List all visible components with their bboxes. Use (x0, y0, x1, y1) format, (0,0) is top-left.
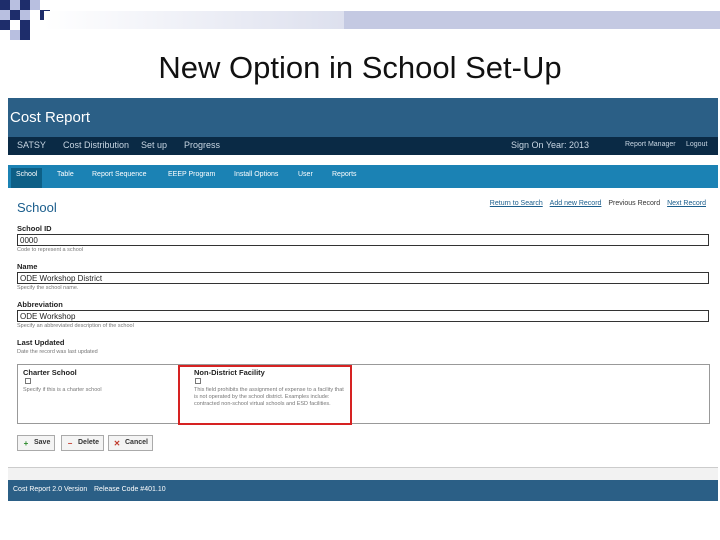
return-to-search-link[interactable]: Return to Search (490, 200, 543, 207)
tab-report-sequence[interactable]: Report Sequence (92, 171, 146, 178)
cancel-button[interactable]: ✕ Cancel (108, 435, 153, 451)
deco-square (30, 0, 40, 10)
highlight-box: Non-District Facility This field prohibi… (178, 365, 352, 425)
tab-school[interactable]: School (11, 168, 43, 188)
deco-square (20, 30, 30, 40)
abbreviation-label: Abbreviation (17, 300, 63, 309)
deco-square (0, 20, 10, 30)
deco-band (344, 11, 720, 29)
sign-on-year: Sign On Year: 2013 (511, 140, 590, 150)
cost-report-app: Cost Report SATSY Cost Distribution Set … (8, 98, 718, 501)
deco-square (10, 0, 20, 10)
record-links: Return to Search Add new Record Previous… (485, 200, 706, 207)
last-updated-label: Last Updated (17, 338, 65, 347)
add-new-record-link[interactable]: Add new Record (550, 200, 602, 207)
cancel-button-label: Cancel (125, 439, 148, 446)
tab-bar: School Table Report Sequence EEEP Progra… (8, 165, 718, 188)
next-record-link[interactable]: Next Record (667, 200, 706, 207)
page-title: School (17, 200, 57, 215)
school-id-field[interactable]: 0000 (17, 234, 709, 246)
deco-square (0, 0, 10, 10)
school-id-label: School ID (17, 224, 52, 233)
non-district-facility-hint: This field prohibits the assignment of e… (194, 387, 344, 407)
nav-satsy[interactable]: SATSY (17, 140, 46, 150)
name-hint: Specify the school name. (17, 285, 79, 291)
last-updated-hint: Date the record was last updated (17, 349, 98, 355)
charter-school-label: Charter School (23, 368, 77, 377)
name-field[interactable]: ODE Workshop District (17, 272, 709, 284)
deco-square (10, 10, 20, 20)
deco-square (20, 0, 30, 10)
non-district-facility-checkbox[interactable] (195, 378, 201, 384)
delete-button[interactable]: − Delete (61, 435, 105, 451)
tab-reports[interactable]: Reports (332, 171, 357, 178)
close-icon: ✕ (113, 439, 121, 448)
top-navigation: SATSY Cost Distribution Set up Progress … (8, 137, 718, 155)
charter-school-checkbox[interactable] (25, 378, 31, 384)
school-panel: School Return to Search Add new Record P… (8, 188, 718, 468)
previous-record-link[interactable]: Previous Record (608, 200, 660, 207)
abbreviation-field[interactable]: ODE Workshop (17, 310, 709, 322)
nav-progress[interactable]: Progress (184, 140, 220, 150)
deco-square (20, 20, 30, 30)
plus-icon: + (23, 439, 29, 448)
delete-button-label: Delete (78, 439, 100, 446)
minus-icon: − (67, 439, 73, 448)
checkbox-options: Charter School Specify if this is a char… (17, 364, 710, 425)
nav-setup[interactable]: Set up (141, 140, 167, 150)
footer: Cost Report 2.0 Version Release Code #40… (8, 480, 718, 501)
slide-decoration (0, 0, 720, 42)
nav-cost-distribution[interactable]: Cost Distribution (63, 140, 129, 150)
tab-user[interactable]: User (298, 171, 313, 178)
app-title: Cost Report (10, 109, 91, 126)
save-button-label: Save (34, 439, 51, 446)
abbreviation-hint: Specify an abbreviated description of th… (17, 323, 134, 329)
non-district-facility-label: Non-District Facility (194, 368, 265, 377)
deco-band (44, 11, 344, 29)
school-id-hint: Code to represent a school (17, 247, 84, 253)
sub-bar (8, 155, 718, 165)
report-manager-link[interactable]: Report Manager (625, 141, 676, 148)
deco-square (10, 30, 20, 40)
tab-table[interactable]: Table (57, 171, 74, 178)
deco-square (0, 10, 10, 20)
footer-version: Cost Report 2.0 Version (13, 486, 88, 493)
footer-release: Release Code #401.10 (94, 486, 166, 493)
name-label: Name (17, 262, 38, 271)
logout-link[interactable]: Logout (686, 141, 707, 148)
slide-title: New Option in School Set-Up (158, 50, 562, 85)
app-header: Cost Report (8, 98, 718, 137)
save-button[interactable]: + Save (17, 435, 56, 451)
tab-install-options[interactable]: Install Options (234, 171, 278, 178)
deco-square (20, 10, 30, 20)
tab-eeep-program[interactable]: EEEP Program (168, 171, 215, 178)
charter-school-hint: Specify if this is a charter school (23, 387, 102, 393)
